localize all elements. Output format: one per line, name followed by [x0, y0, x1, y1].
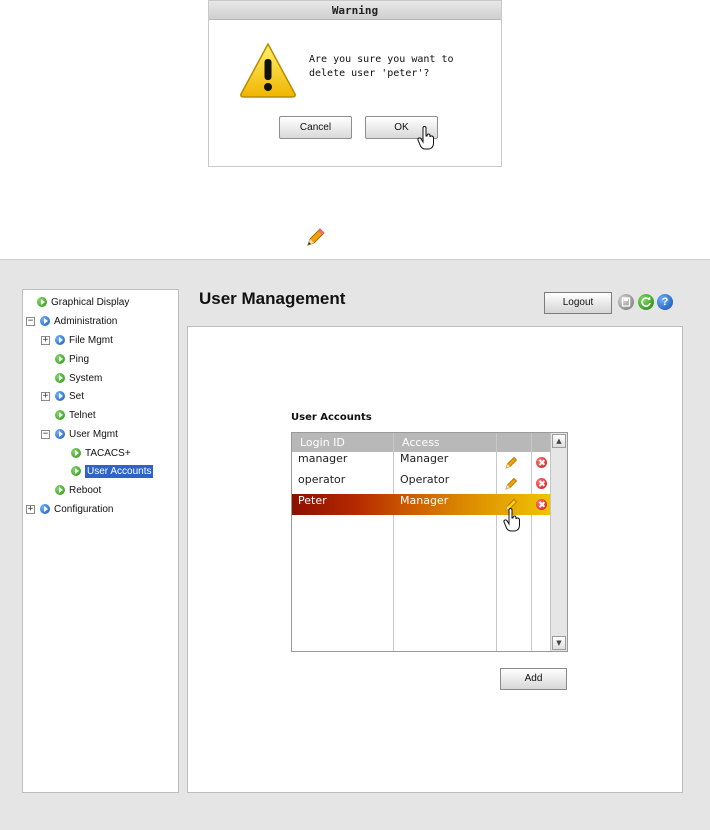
access-cell: Manager	[400, 452, 449, 465]
node-blue-icon	[55, 335, 65, 345]
tree-item-label: Graphical Display	[51, 296, 130, 308]
help-icon[interactable]: ?	[657, 294, 673, 310]
add-button[interactable]: Add	[500, 668, 567, 690]
node-green-icon	[37, 297, 47, 307]
pencil-icon	[307, 228, 325, 246]
tree-item-label: Administration	[54, 315, 118, 327]
main-content: User Accounts Login ID Access manager Ma…	[187, 326, 683, 793]
section-title: User Accounts	[291, 412, 372, 423]
warning-dialog: Warning Are you sure you want to delete …	[208, 0, 502, 167]
node-blue-icon	[40, 504, 50, 514]
tree-item-administration[interactable]: − Administration	[26, 313, 117, 329]
tree-item-label: Reboot	[69, 484, 102, 496]
tree-item-label: Set	[69, 390, 85, 402]
tree-item-label: File Mgmt	[69, 334, 113, 346]
cancel-button[interactable]: Cancel	[279, 116, 352, 139]
node-green-icon	[55, 354, 65, 364]
save-icon[interactable]	[618, 294, 634, 310]
node-green-icon	[55, 410, 65, 420]
access-cell: Operator	[400, 473, 450, 486]
tree-item-label: System	[69, 372, 103, 384]
navigation-tree: Graphical Display − Administration + Fil…	[22, 289, 179, 793]
vertical-scrollbar[interactable]: ▲ ▼	[550, 433, 567, 651]
delete-icon[interactable]	[536, 457, 547, 468]
tree-item-label-selected: User Accounts	[85, 464, 154, 478]
tree-item-label: Configuration	[54, 503, 114, 515]
tree-item-user-accounts[interactable]: User Accounts	[71, 463, 154, 479]
collapse-icon[interactable]: −	[26, 316, 35, 326]
table-row[interactable]: operator Operator	[292, 473, 551, 494]
page-title: User Management	[199, 289, 346, 308]
tree-item-tacacs[interactable]: TACACS+	[71, 445, 131, 461]
login-id-cell: manager	[298, 452, 348, 465]
column-header-access[interactable]: Access	[394, 433, 497, 452]
expand-icon[interactable]: +	[26, 504, 35, 514]
app-frame: Graphical Display − Administration + Fil…	[0, 259, 710, 830]
node-green-icon	[55, 373, 65, 383]
tree-item-label: Telnet	[69, 409, 96, 421]
node-blue-icon	[55, 429, 65, 439]
node-green-icon	[71, 448, 81, 458]
tree-item-file-mgmt[interactable]: + File Mgmt	[41, 332, 113, 348]
login-id-cell: Peter	[298, 494, 327, 507]
delete-icon[interactable]	[536, 499, 547, 510]
tree-item-user-mgmt[interactable]: − User Mgmt	[41, 426, 118, 442]
logout-button[interactable]: Logout	[544, 292, 612, 314]
tree-item-configuration[interactable]: + Configuration	[26, 501, 113, 517]
tree-item-system[interactable]: System	[55, 370, 102, 386]
tree-item-reboot[interactable]: Reboot	[55, 482, 101, 498]
tree-item-ping[interactable]: Ping	[55, 351, 89, 367]
tree-item-label: TACACS+	[85, 447, 131, 459]
access-cell: Manager	[400, 494, 449, 507]
user-accounts-table: Login ID Access manager Manager operator…	[291, 432, 568, 652]
node-green-icon	[71, 466, 81, 476]
node-green-icon	[55, 485, 65, 495]
edit-icon[interactable]	[505, 477, 518, 490]
refresh-icon[interactable]	[638, 294, 654, 310]
scroll-up-icon[interactable]: ▲	[552, 434, 566, 448]
tree-item-set[interactable]: + Set	[41, 388, 84, 404]
scroll-down-icon[interactable]: ▼	[552, 636, 566, 650]
refresh-glyph	[641, 296, 651, 307]
warning-icon	[240, 42, 296, 98]
tree-item-label: User Mgmt	[69, 428, 118, 440]
node-blue-icon	[40, 316, 50, 326]
dialog-title: Warning	[209, 1, 501, 20]
table-row[interactable]: manager Manager	[292, 452, 551, 473]
node-blue-icon	[55, 391, 65, 401]
hand-cursor-icon	[503, 508, 520, 532]
dialog-message: Are you sure you want to delete user 'pe…	[309, 54, 454, 79]
delete-icon[interactable]	[536, 478, 547, 489]
edit-icon[interactable]	[505, 456, 518, 469]
expand-icon[interactable]: +	[41, 335, 50, 345]
column-header-delete	[532, 433, 551, 452]
hand-cursor-icon	[417, 126, 434, 150]
expand-icon[interactable]: +	[41, 391, 50, 401]
column-header-edit	[497, 433, 532, 452]
column-header-login-id[interactable]: Login ID	[292, 433, 394, 452]
collapse-icon[interactable]: −	[41, 429, 50, 439]
tree-item-label: Ping	[69, 353, 90, 365]
tree-item-telnet[interactable]: Telnet	[55, 407, 96, 423]
screenshot-canvas: Warning Are you sure you want to delete …	[0, 0, 710, 830]
disk-glyph	[621, 297, 631, 307]
login-id-cell: operator	[298, 473, 346, 486]
tree-item-graphical-display[interactable]: Graphical Display	[37, 294, 129, 310]
